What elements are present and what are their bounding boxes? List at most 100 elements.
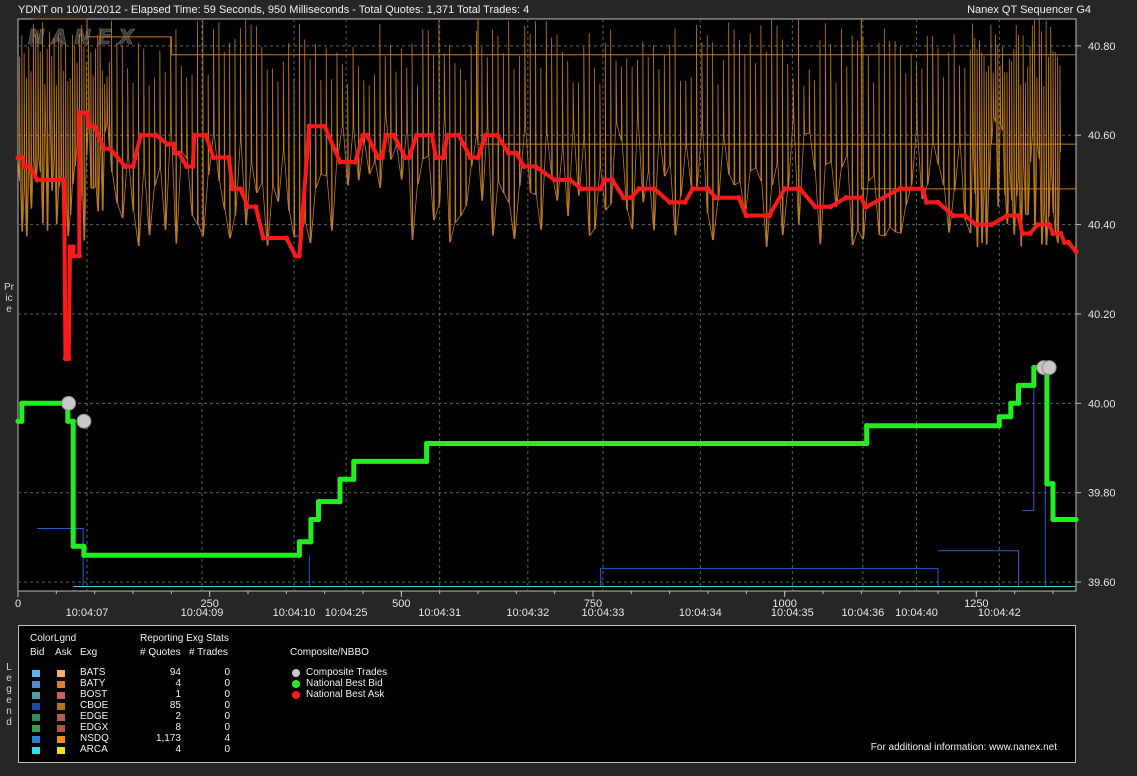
ask-point [391, 132, 397, 138]
ask-point [713, 195, 719, 201]
y-tick-label: 40.00 [1088, 398, 1116, 410]
bid-point [337, 476, 343, 482]
exchange-quotes: 8 [175, 722, 181, 733]
composite-trade-point [1041, 360, 1057, 376]
x-time-label: 10:04:32 [506, 607, 549, 619]
exchange-quotes: 1 [175, 689, 181, 700]
x-time-label: 10:04:34 [679, 607, 722, 619]
exchange-trades: 0 [224, 711, 230, 722]
bid-color-swatch [32, 703, 40, 710]
ask-point [475, 154, 481, 161]
ask-point [973, 221, 979, 228]
bid-point [81, 543, 87, 549]
bid-point [864, 440, 870, 447]
exchange-name: EDGE [80, 711, 109, 722]
ask-point [138, 132, 144, 138]
ask-point [743, 213, 749, 219]
ask-point [184, 163, 190, 170]
legend-exg-header: Exg [80, 647, 98, 658]
ask-point [736, 195, 742, 201]
ask-point [414, 132, 420, 138]
exchange-quotes: 4 [175, 744, 181, 755]
price-chart: NANEX 39.6039.8040.0040.2040.4040.6040.8… [15, 18, 1116, 619]
bid-point [996, 414, 1002, 420]
ask-point [337, 159, 343, 165]
ask-point [1073, 248, 1079, 254]
ask-point [812, 204, 818, 210]
composite-marker [292, 691, 300, 699]
bid-point [19, 418, 25, 424]
composite-marker [292, 680, 300, 688]
ask-point [1050, 230, 1056, 237]
ask-point [444, 132, 450, 138]
bid-color-swatch [32, 736, 40, 743]
ask-point [210, 154, 217, 161]
bid-point [296, 552, 302, 558]
ask-point [1015, 213, 1022, 219]
exchange-name: CBOE [80, 700, 109, 711]
bid-point [1031, 382, 1037, 389]
ask-point [651, 186, 657, 192]
legend-color-title: ColorLgnd [30, 633, 77, 644]
exchange-name: BOST [80, 689, 108, 700]
legend-trades-header: # Trades [189, 647, 228, 658]
ask-point [61, 177, 67, 183]
ask-point [153, 132, 159, 138]
x-time-label: 10:04:31 [418, 607, 461, 619]
composite-marker [292, 669, 300, 677]
legend-bid-header: Bid [30, 647, 45, 658]
ask-point [552, 177, 558, 183]
bid-point [70, 418, 76, 424]
ask-point [230, 186, 236, 192]
ask-point [858, 195, 864, 201]
ask-point [705, 186, 711, 192]
ask-point [253, 204, 259, 210]
exchange-name: BATS [80, 667, 106, 678]
ask-point [1027, 230, 1033, 237]
ask-point [203, 132, 209, 138]
ask-color-swatch [57, 703, 65, 710]
ask-point [578, 186, 585, 192]
ask-point [843, 195, 849, 201]
ask-point [962, 213, 968, 219]
ask-point [164, 141, 171, 147]
ask-point [1065, 239, 1071, 246]
ask-point [690, 186, 696, 192]
legend-panel: ColorLgnd Reporting Exg Stats Bid Ask Ex… [18, 625, 1076, 763]
legend-footer: For additional information: www.nanex.ne… [870, 742, 1057, 753]
exchange-quotes: 4 [175, 678, 181, 689]
x-tick-label: 0 [15, 598, 21, 610]
legend-stats-title: Reporting Exg Stats [140, 633, 229, 644]
x-tick-label: 1250 [964, 598, 988, 610]
exchange-name: NSDQ [80, 733, 109, 744]
ask-point [26, 163, 33, 170]
exchange-trades: 0 [224, 689, 230, 700]
bid-color-swatch [32, 725, 40, 732]
ask-point [433, 154, 439, 161]
bid-color-swatch [32, 747, 40, 754]
ask-point [920, 186, 926, 192]
bid-point [337, 499, 343, 505]
ask-point [245, 204, 251, 210]
ask-color-swatch [57, 681, 65, 688]
ask-point [76, 253, 82, 259]
ask-point [897, 186, 903, 192]
ask-point [989, 221, 995, 228]
exchange-trades: 0 [224, 744, 230, 755]
ask-point [1058, 230, 1064, 237]
bid-point [315, 499, 322, 505]
x-time-label: 10:04:36 [841, 607, 884, 619]
ask-point [636, 186, 642, 192]
ask-point [92, 123, 98, 129]
ask-point [467, 154, 473, 161]
exchange-trades: 0 [224, 678, 230, 689]
exchange-name: ARCA [80, 744, 108, 755]
bid-point [1031, 364, 1037, 371]
y-tick-label: 40.60 [1088, 130, 1116, 142]
ask-point [70, 253, 76, 259]
ask-point [364, 132, 370, 138]
ask-color-swatch [57, 692, 65, 699]
ask-color-swatch [57, 747, 65, 754]
ask-point [226, 154, 232, 161]
ask-point [379, 154, 385, 161]
